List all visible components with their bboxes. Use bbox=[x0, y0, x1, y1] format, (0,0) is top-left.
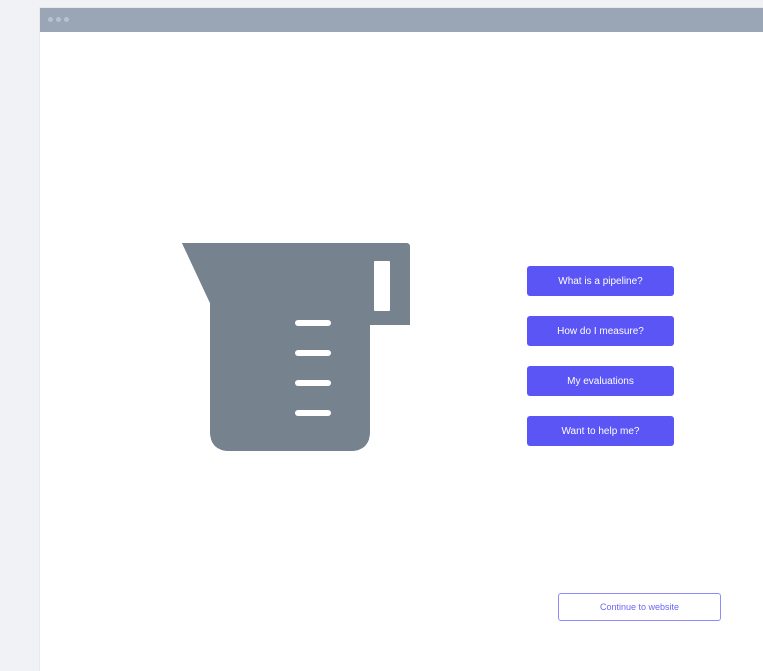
window-dot-icon[interactable] bbox=[48, 17, 53, 22]
what-is-pipeline-button[interactable]: What is a pipeline? bbox=[527, 266, 674, 296]
continue-to-website-button[interactable]: Continue to website bbox=[558, 593, 721, 621]
my-evaluations-button[interactable]: My evaluations bbox=[527, 366, 674, 396]
window-dot-icon[interactable] bbox=[64, 17, 69, 22]
measuring-jug-icon bbox=[182, 243, 410, 451]
window-titlebar bbox=[40, 8, 763, 32]
window-controls bbox=[48, 17, 69, 22]
window-dot-icon[interactable] bbox=[56, 17, 61, 22]
app-window: What is a pipeline? How do I measure? My… bbox=[40, 8, 763, 671]
help-menu: What is a pipeline? How do I measure? My… bbox=[527, 266, 674, 446]
want-to-help-button[interactable]: Want to help me? bbox=[527, 416, 674, 446]
how-to-measure-button[interactable]: How do I measure? bbox=[527, 316, 674, 346]
